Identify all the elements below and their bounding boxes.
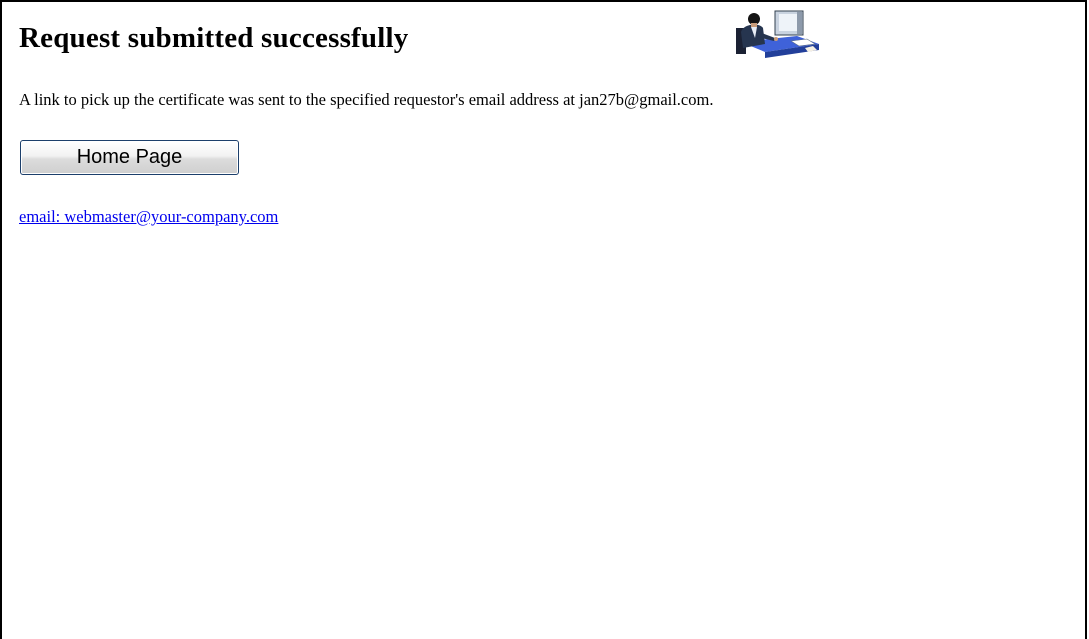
home-page-button[interactable]: Home Page (20, 140, 239, 175)
page-frame: Request submitted successfully A link to… (0, 0, 1087, 639)
webmaster-email-link[interactable]: email: webmaster@your-company.com (19, 207, 278, 227)
confirmation-message: A link to pick up the certificate was se… (19, 90, 714, 109)
page-title: Request submitted successfully (19, 22, 409, 54)
person-at-computer-icon (736, 10, 819, 58)
